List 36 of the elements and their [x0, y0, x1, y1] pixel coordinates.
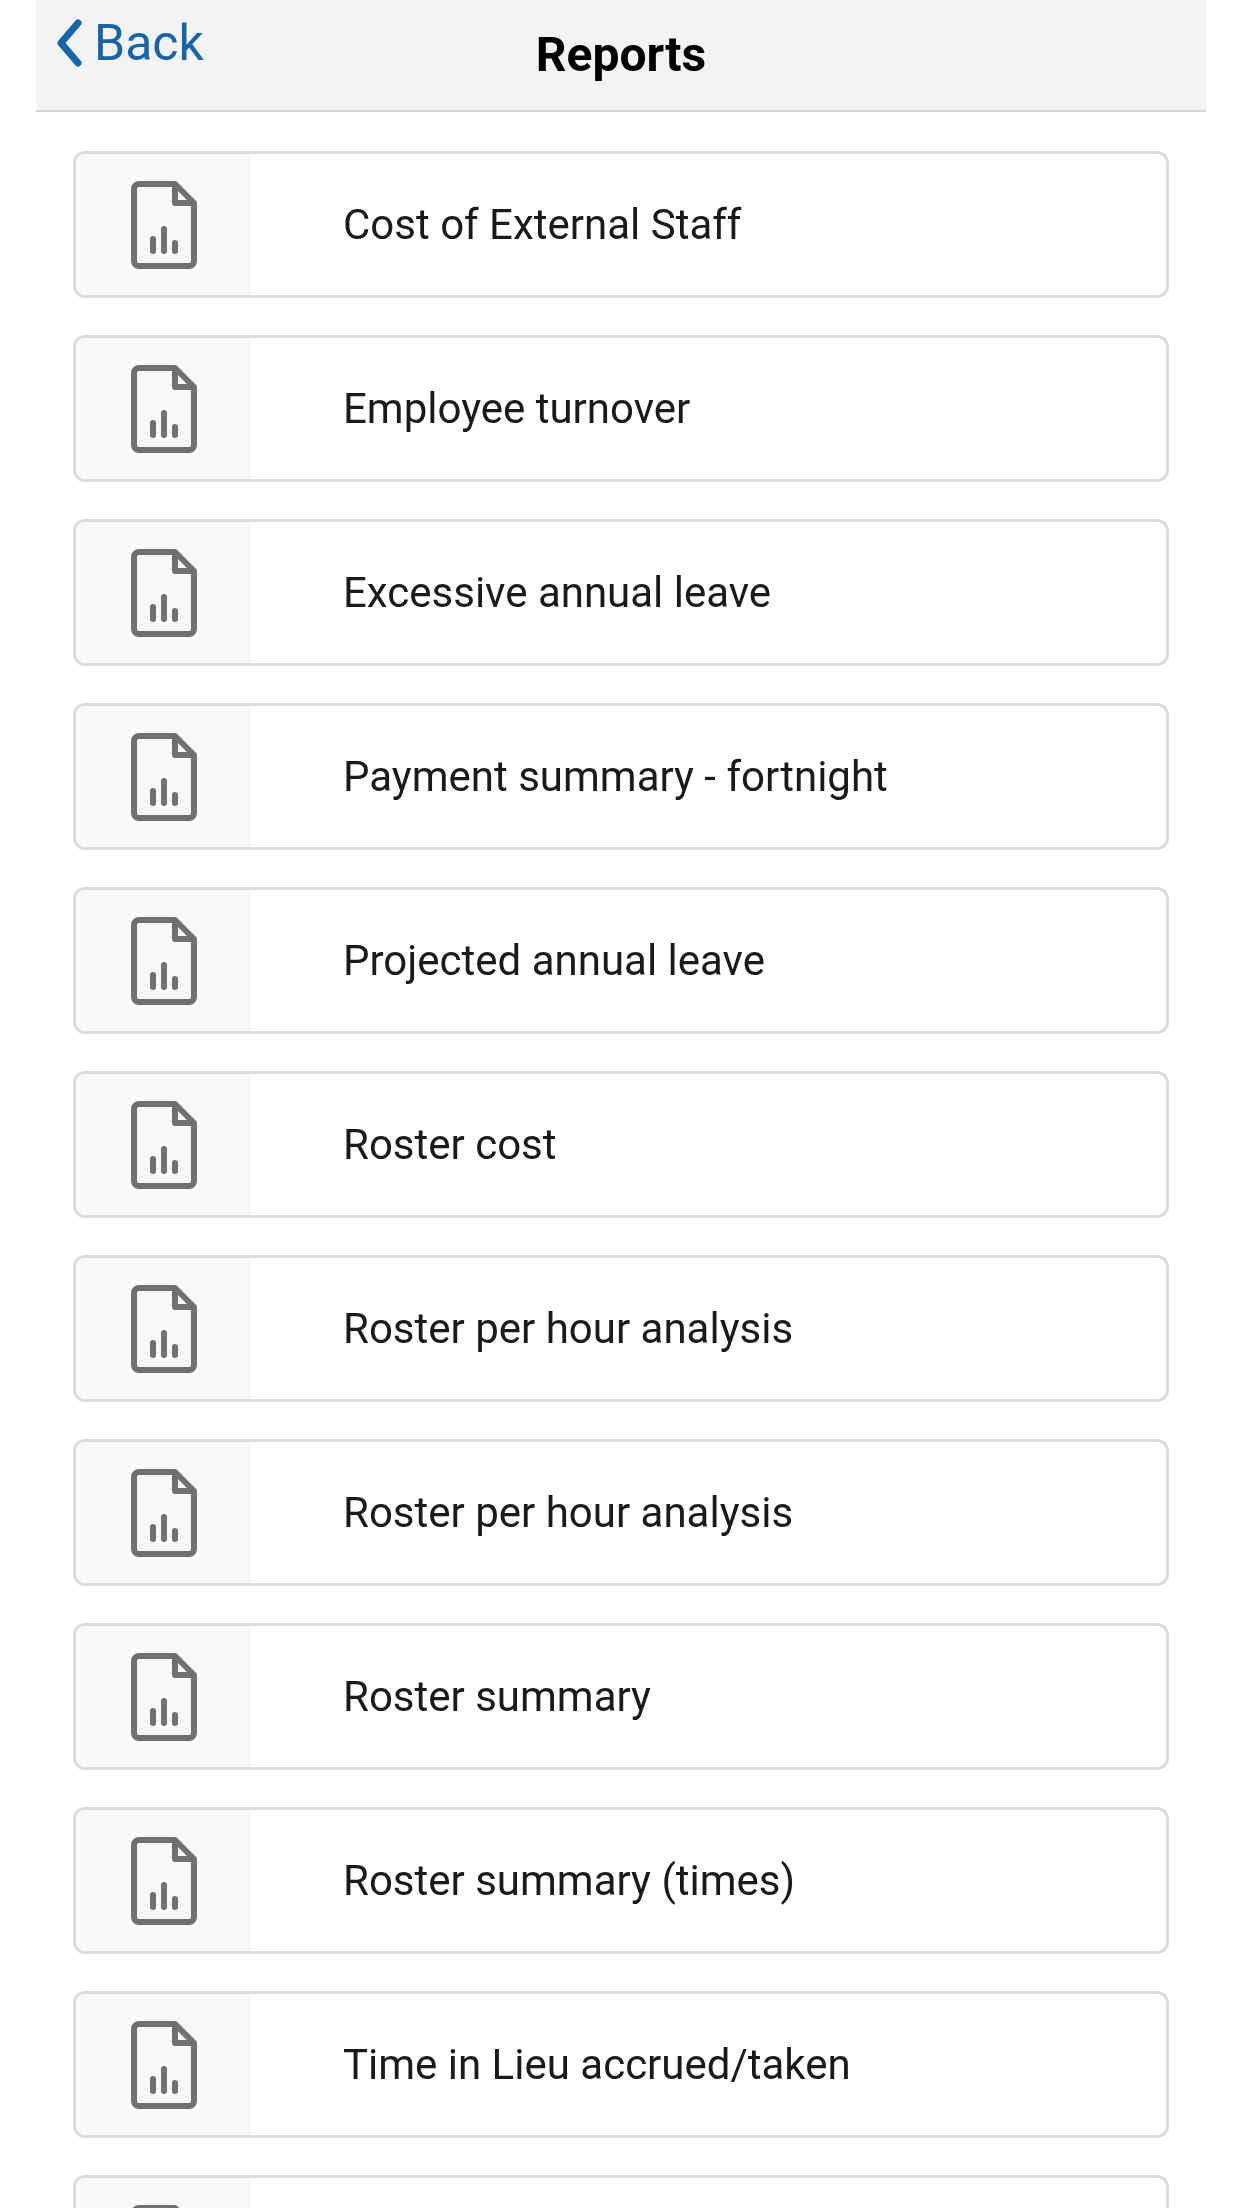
page-title: Reports — [535, 25, 707, 85]
report-list-item[interactable]: Roster summary (times) — [73, 1807, 1169, 1954]
report-document-icon — [130, 548, 197, 637]
report-list-item[interactable]: Roster per hour analysis — [73, 1255, 1169, 1402]
report-title: Payment summary - fortnight — [343, 751, 888, 803]
report-document-icon — [130, 1652, 197, 1741]
report-list-item[interactable]: Roster summary — [73, 1623, 1169, 1770]
report-title: Excessive annual leave — [343, 567, 772, 619]
report-list-item[interactable]: Projected annual leave — [73, 887, 1169, 1034]
report-list-item[interactable]: Roster cost — [73, 1071, 1169, 1218]
report-list-item[interactable]: Roster per hour analysis — [73, 1439, 1169, 1586]
chevron-left-icon — [56, 19, 82, 67]
report-title: Roster cost — [343, 1119, 557, 1171]
report-document-icon — [130, 364, 197, 453]
report-title: Roster summary (times) — [343, 1855, 796, 1907]
report-document-icon — [130, 916, 197, 1005]
report-document-icon — [130, 1284, 197, 1373]
report-list-item[interactable]: Cost of External Staff — [73, 151, 1169, 298]
report-document-icon — [130, 1836, 197, 1925]
report-title: Projected annual leave — [343, 935, 765, 987]
report-document-icon — [130, 732, 197, 821]
report-document-icon — [130, 1100, 197, 1189]
report-document-icon — [130, 2020, 197, 2109]
report-title: Employee turnover — [343, 383, 691, 435]
report-title: Roster per hour analysis — [343, 1303, 794, 1355]
report-document-icon — [130, 1468, 197, 1557]
report-document-icon — [130, 180, 197, 269]
report-title: Roster per hour analysis — [343, 1487, 794, 1539]
report-title: Time in Lieu accrued/taken — [343, 2039, 851, 2091]
report-list-item[interactable]: Excessive annual leave — [73, 519, 1169, 666]
report-list-item[interactable]: Time in Lieu accrued/taken — [73, 1991, 1169, 2138]
report-title: Roster summary — [343, 1671, 651, 1723]
back-button[interactable]: Back — [56, 18, 204, 68]
report-list-item[interactable]: Employee turnover — [73, 335, 1169, 482]
report-title: Cost of External Staff — [343, 199, 742, 251]
report-list-item[interactable]: Payment summary - fortnight — [73, 703, 1169, 850]
